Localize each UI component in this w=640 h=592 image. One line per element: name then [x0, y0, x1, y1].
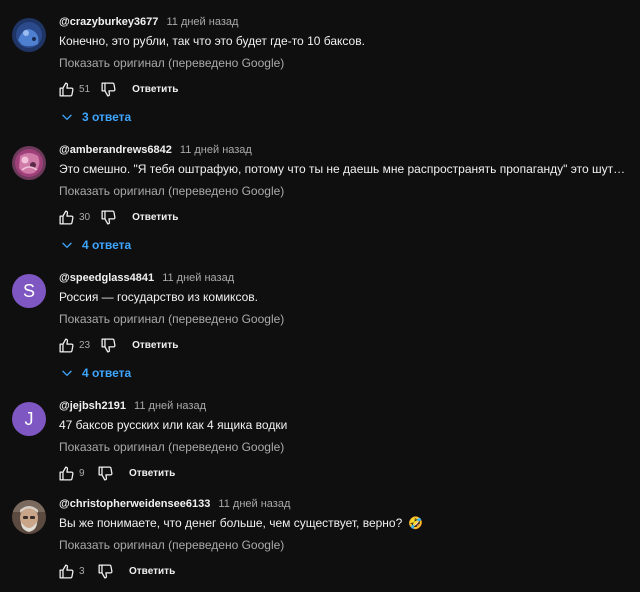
floral-art-avatar-icon [12, 146, 46, 180]
reply-button[interactable]: Ответить [132, 340, 178, 351]
chevron-down-icon [62, 370, 72, 376]
thumbs-up-icon [58, 81, 74, 97]
like-button[interactable] [56, 207, 76, 227]
like-button[interactable] [56, 463, 76, 483]
thumbs-up-icon [58, 465, 74, 481]
comment-time[interactable]: 11 дней назад [166, 16, 238, 28]
like-count: 30 [79, 211, 91, 223]
show-original-link[interactable]: Показать оригинал (переведено Google) [59, 56, 284, 70]
comment-actions: 9 Ответить [56, 463, 175, 483]
comment-text: 47 баксов русских или как 4 ящика водки [59, 418, 288, 432]
view-replies-button[interactable]: 4 ответа [60, 235, 131, 255]
thumbs-up-icon [58, 563, 74, 579]
comment-time[interactable]: 11 дней назад [162, 272, 234, 284]
thumbs-down-icon [97, 465, 113, 481]
reply-button[interactable]: Ответить [132, 84, 178, 95]
thumbs-down-icon [101, 81, 116, 97]
avatar[interactable] [12, 146, 46, 180]
comment-header: @speedglass4841 11 дней назад [59, 272, 234, 284]
replies-count: 4 ответа [82, 366, 132, 380]
like-count: 51 [79, 83, 91, 95]
like-count: 3 [79, 565, 85, 577]
comment-text: Конечно, это рубли, так что это будет гд… [59, 34, 365, 48]
dislike-button[interactable] [98, 79, 118, 99]
chevron-down-icon [62, 242, 72, 248]
show-original-link[interactable]: Показать оригинал (переведено Google) [59, 440, 284, 454]
show-original-link[interactable]: Показать оригинал (переведено Google) [59, 312, 284, 326]
avatar[interactable]: J [12, 402, 46, 436]
like-button[interactable] [56, 561, 76, 581]
reply-button[interactable]: Ответить [129, 468, 175, 479]
comment-text: Вы же понимаете, что денег больше, чем с… [59, 516, 629, 530]
like-count: 23 [79, 339, 91, 351]
comment-author[interactable]: @christopherweidensee6133 [59, 498, 210, 510]
view-replies-button[interactable]: 4 ответа [60, 363, 131, 383]
thumbs-up-icon [58, 209, 74, 225]
comment-text: Россия — государство из комиксов. [59, 290, 258, 304]
thumbs-down-icon [101, 209, 116, 225]
dislike-button[interactable] [95, 463, 115, 483]
comment-actions: 3 Ответить [56, 561, 175, 581]
comment-author[interactable]: @amberandrews6842 [59, 144, 172, 156]
thumbs-up-icon [58, 337, 74, 353]
comment-author[interactable]: @speedglass4841 [59, 272, 154, 284]
comment-author[interactable]: @jejbsh2191 [59, 400, 126, 412]
comment-text: Это смешно. "Я тебя оштрафую, потому что… [59, 162, 629, 176]
thumbs-down-icon [97, 563, 113, 579]
comment-time[interactable]: 11 дней назад [218, 498, 290, 510]
chevron-down-icon [62, 114, 72, 120]
comment-actions: 23 Ответить [56, 335, 178, 355]
like-button[interactable] [56, 335, 76, 355]
blue-photo-avatar-icon [12, 18, 46, 52]
avatar-letter: J [24, 408, 34, 429]
comment-header: @amberandrews6842 11 дней назад [59, 144, 252, 156]
avatar[interactable] [12, 18, 46, 52]
comment-header: @crazyburkey3677 11 дней назад [59, 16, 238, 28]
show-original-link[interactable]: Показать оригинал (переведено Google) [59, 184, 284, 198]
comment-actions: 51 Ответить [56, 79, 178, 99]
avatar[interactable] [12, 500, 46, 534]
view-replies-button[interactable]: 3 ответа [60, 107, 131, 127]
avatar[interactable]: S [12, 274, 46, 308]
comment-actions: 30 Ответить [56, 207, 178, 227]
like-count: 9 [79, 467, 85, 479]
laughing-emoji-icon: 🤣 [408, 516, 424, 530]
dislike-button[interactable] [95, 561, 115, 581]
comment-author[interactable]: @crazyburkey3677 [59, 16, 158, 28]
comment-header: @christopherweidensee6133 11 дней назад [59, 498, 290, 510]
dislike-button[interactable] [98, 335, 118, 355]
avatar-letter: S [22, 280, 35, 301]
comment-header: @jejbsh2191 11 дней назад [59, 400, 206, 412]
comment-time[interactable]: 11 дней назад [134, 400, 206, 412]
replies-count: 4 ответа [82, 238, 132, 252]
reply-button[interactable]: Ответить [132, 212, 178, 223]
replies-count: 3 ответа [82, 110, 132, 124]
comments-section: @crazyburkey3677 11 дней назад Конечно, … [0, 0, 640, 592]
man-photo-avatar-icon [12, 500, 46, 534]
comment-time[interactable]: 11 дней назад [180, 144, 252, 156]
like-button[interactable] [56, 79, 76, 99]
reply-button[interactable]: Ответить [129, 566, 175, 577]
comment-text-body: Вы же понимаете, что денег больше, чем с… [59, 516, 403, 530]
show-original-link[interactable]: Показать оригинал (переведено Google) [59, 538, 284, 552]
dislike-button[interactable] [98, 207, 118, 227]
thumbs-down-icon [101, 337, 116, 353]
